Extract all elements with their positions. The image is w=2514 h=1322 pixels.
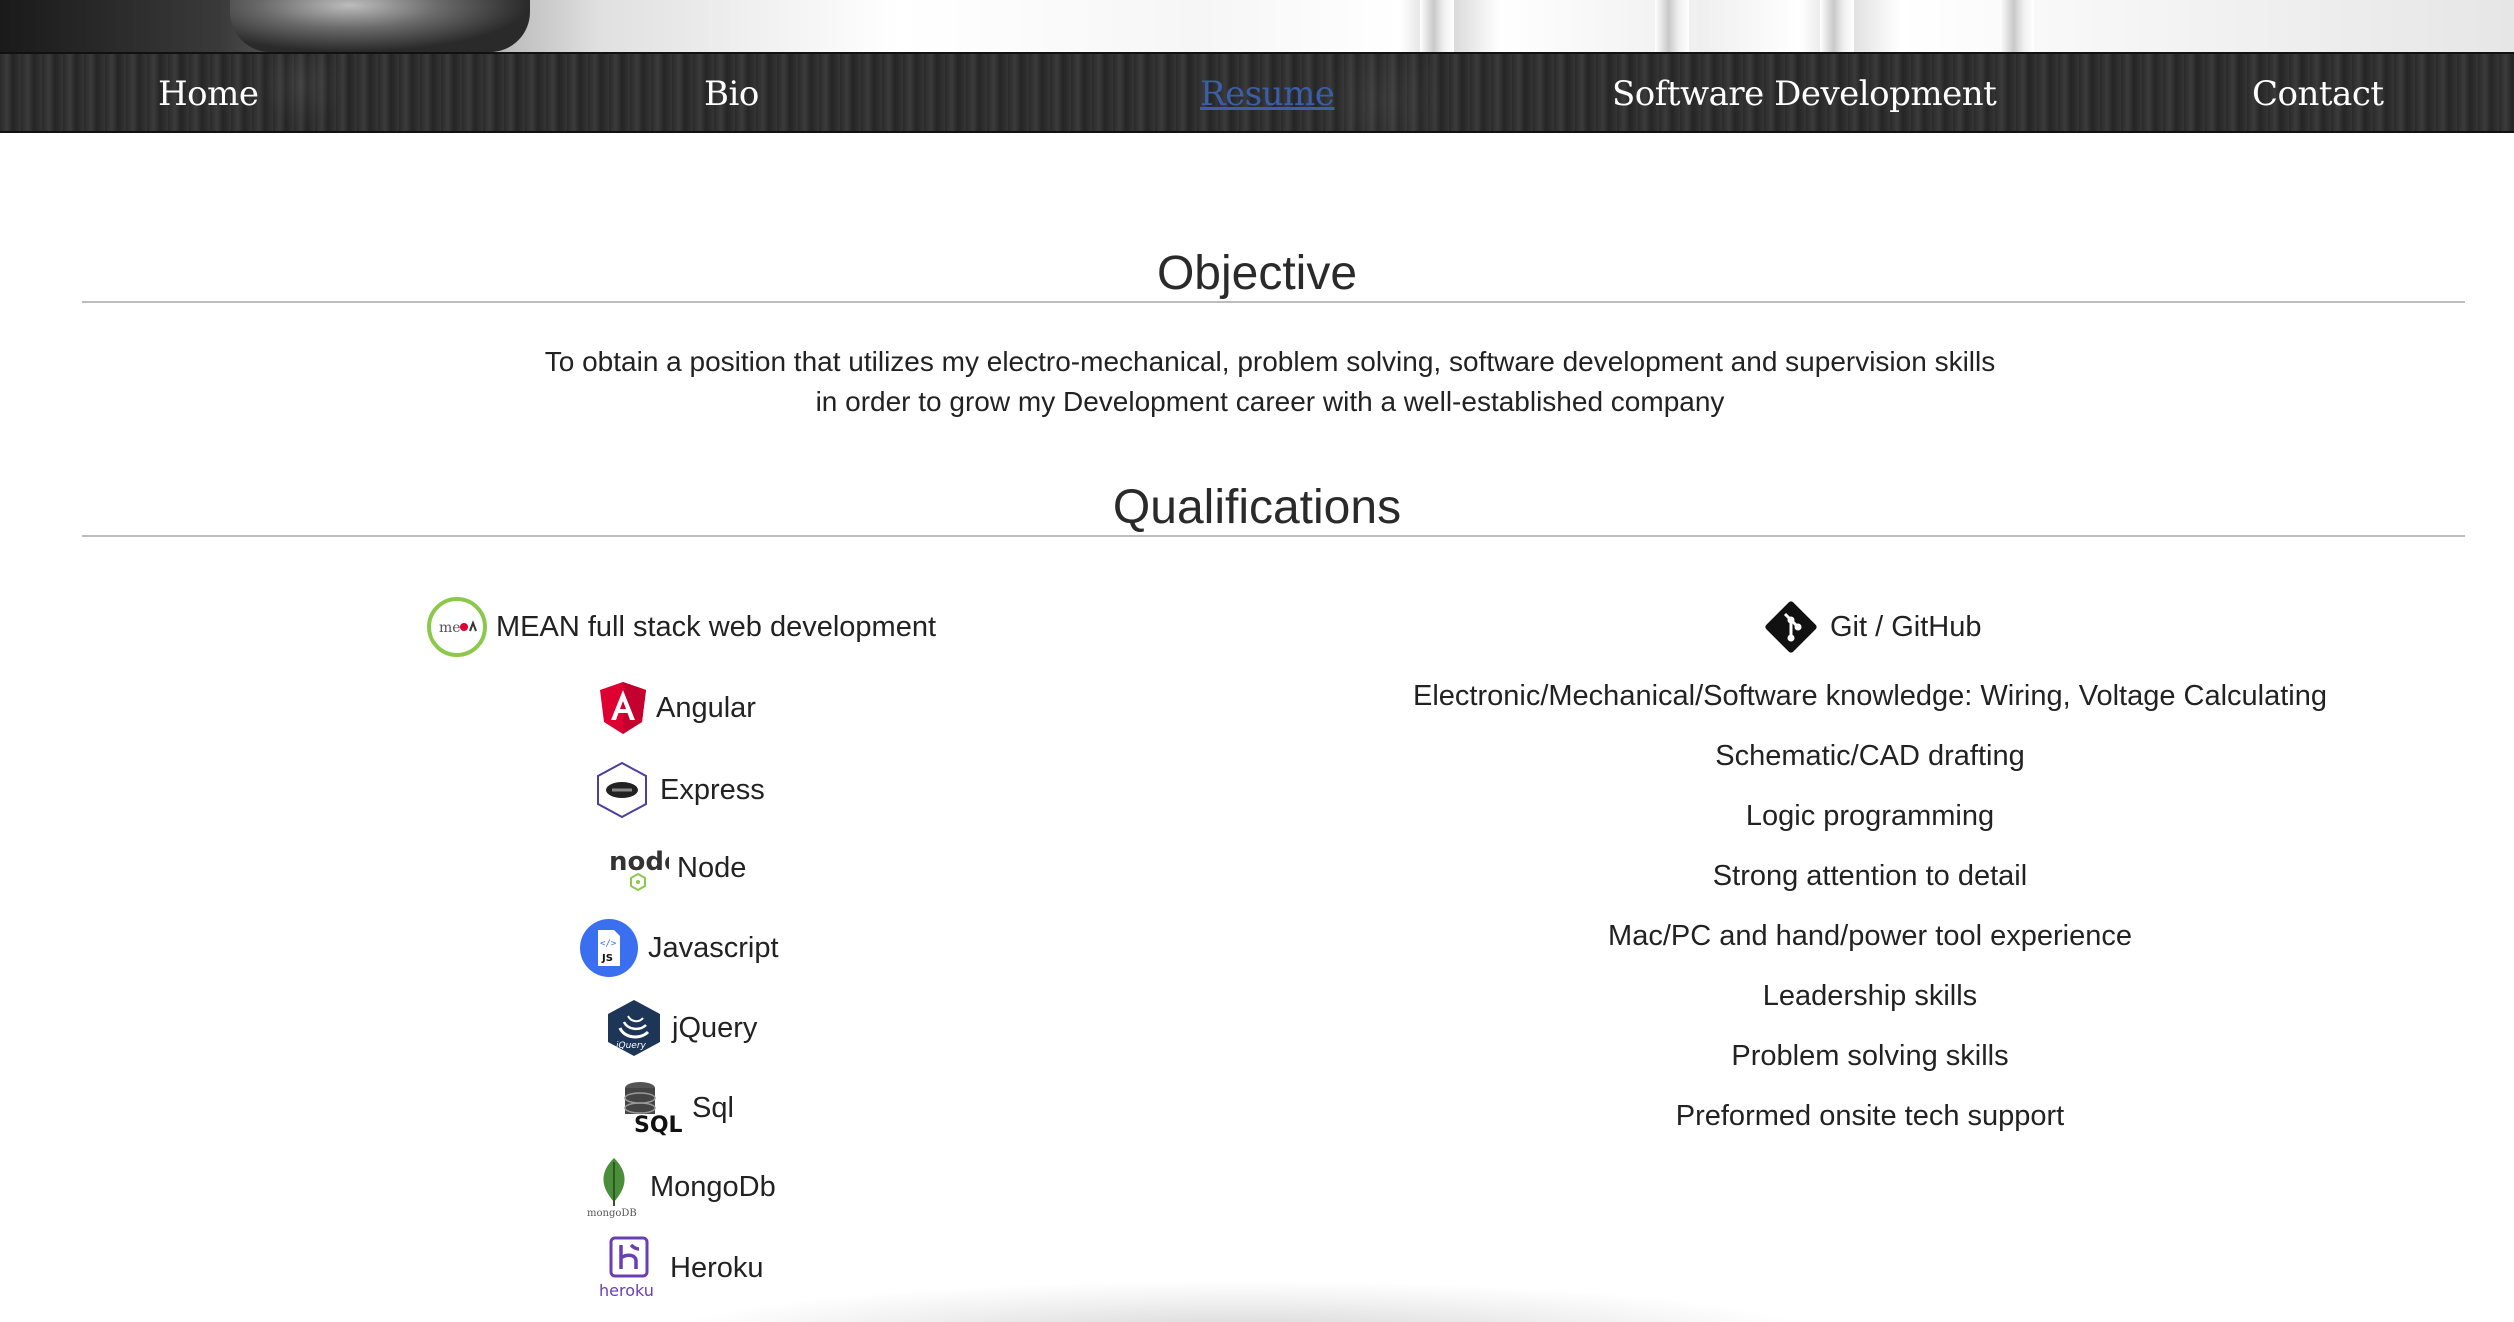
qualification-label: MongoDb <box>650 1170 776 1203</box>
list-item-jquery: jQuery jQuery <box>604 998 757 1058</box>
list-item: Schematic/CAD drafting <box>1715 740 2025 772</box>
list-item: Logic programming <box>1745 800 1995 832</box>
objective-line-2: in order to grow my Development career w… <box>815 386 1725 417</box>
qualification-label: Javascript <box>648 931 779 964</box>
mean-icon: me <box>426 596 488 658</box>
list-item-express: Express <box>592 760 765 820</box>
node-icon: node <box>607 838 669 898</box>
main-nav: Home Bio Resume Software Development Con… <box>0 52 2514 133</box>
hero-pillar <box>1820 0 1854 52</box>
hero-pillar <box>2000 0 2034 52</box>
hero-pillar <box>1655 0 1689 52</box>
objective-heading: Objective <box>1156 247 1358 300</box>
jquery-icon-text: jQuery <box>614 1041 647 1051</box>
nav-resume-link[interactable]: Resume <box>1200 54 1335 135</box>
qualification-label: MEAN full stack web development <box>496 610 937 643</box>
angular-icon <box>598 680 648 736</box>
list-item: Preformed onsite tech support <box>1675 1100 2065 1132</box>
javascript-icon-text: JS <box>601 953 613 964</box>
mongodb-icon-text: mongoDB <box>587 1208 637 1218</box>
objective-divider <box>82 301 2465 303</box>
node-icon-text: node <box>609 847 669 877</box>
qualification-label: Sql <box>692 1091 734 1124</box>
sql-icon: SQL <box>620 1078 684 1138</box>
nav-home-link[interactable]: Home <box>158 54 259 135</box>
list-item-mongodb: mongoDB MongoDb <box>586 1156 776 1218</box>
list-item-sql: SQL Sql <box>620 1078 734 1138</box>
qualifications-heading: Qualifications <box>1112 481 1402 534</box>
list-item-mean: me MEAN full stack web development <box>426 596 936 658</box>
hero-portrait-image <box>230 0 530 52</box>
bottom-shadow <box>640 1280 1840 1322</box>
list-item-node: node Node <box>607 838 746 898</box>
nav-contact-link[interactable]: Contact <box>2252 54 2384 135</box>
mean-icon-text: me <box>439 620 461 636</box>
list-item: Electronic/Mechanical/Software knowledge… <box>1413 680 2327 712</box>
objective-line-1: To obtain a position that utilizes my el… <box>544 346 1996 377</box>
qualification-label: Angular <box>656 691 756 724</box>
nav-software-development-link[interactable]: Software Development <box>1612 54 1997 135</box>
page: Home Bio Resume Software Development Con… <box>0 0 2514 1322</box>
list-item-git: Git / GitHub <box>1760 596 1982 658</box>
jquery-icon: jQuery <box>604 998 664 1058</box>
objective-text: To obtain a position that utilizes my el… <box>0 342 2514 422</box>
hero-banner-image <box>0 0 2514 52</box>
list-item: Mac/PC and hand/power tool experience <box>1608 920 2132 952</box>
list-item-javascript: </> JS Javascript <box>578 918 779 978</box>
hero-pillar <box>1420 0 1454 52</box>
qualification-label: Git / GitHub <box>1830 610 1982 643</box>
qualifications-divider <box>82 535 2465 537</box>
qualification-label: jQuery <box>672 1011 758 1044</box>
list-item: Problem solving skills <box>1731 1040 2009 1072</box>
mongodb-icon: mongoDB <box>586 1156 642 1218</box>
list-item: Strong attention to detail <box>1712 860 2028 892</box>
nav-bio-link[interactable]: Bio <box>704 54 759 135</box>
svg-text:</>: </> <box>600 939 617 949</box>
list-item: Leadership skills <box>1762 980 1978 1012</box>
list-item-angular: Angular <box>598 680 756 736</box>
git-icon <box>1760 596 1822 658</box>
qualification-label: Node <box>677 851 747 884</box>
express-icon <box>592 760 652 820</box>
sql-icon-text: SQL <box>634 1113 683 1138</box>
qualification-label: Express <box>660 773 765 806</box>
javascript-icon: </> JS <box>578 918 640 978</box>
